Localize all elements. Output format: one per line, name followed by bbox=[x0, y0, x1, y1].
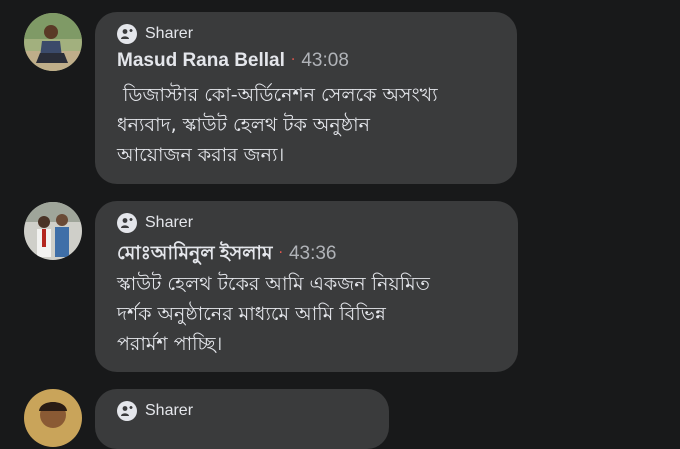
separator-dot: · bbox=[290, 52, 296, 68]
author-name[interactable]: Masud Rana Bellal bbox=[117, 50, 285, 72]
timestamp[interactable]: 43:08 bbox=[301, 50, 349, 72]
comment-text: ডিজাস্টার কো-অর্ডিনেশন সেলকে অসংখ্য ধন্য… bbox=[117, 84, 438, 166]
sharer-label: Sharer bbox=[145, 25, 194, 42]
sharer-badge[interactable]: Sharer bbox=[117, 400, 367, 422]
sharer-badge[interactable]: Sharer bbox=[117, 212, 496, 234]
avatar[interactable] bbox=[24, 389, 82, 447]
avatar[interactable] bbox=[24, 13, 82, 71]
separator-dot: · bbox=[278, 245, 283, 261]
comment-bubble: Sharer bbox=[95, 389, 389, 449]
comment-text: স্কাউট হেলথ টকের আমি একজন নিয়মিত দর্শক … bbox=[117, 273, 430, 355]
comment-bubble: Sharer Masud Rana Bellal · 43:08 ডিজাস্ট… bbox=[95, 12, 517, 184]
avatar[interactable] bbox=[24, 202, 82, 260]
timestamp[interactable]: 43:36 bbox=[289, 243, 337, 265]
sharer-icon bbox=[117, 401, 137, 421]
sharer-label: Sharer bbox=[145, 402, 194, 419]
sharer-badge[interactable]: Sharer bbox=[117, 23, 495, 45]
sharer-icon bbox=[117, 24, 137, 44]
sharer-label: Sharer bbox=[145, 214, 194, 231]
sharer-icon bbox=[117, 213, 137, 233]
comment-bubble: Sharer মোঃআমিনুল ইসলাম · 43:36 স্কাউট হে… bbox=[95, 201, 518, 372]
comment-header: Masud Rana Bellal · 43:08 bbox=[117, 50, 495, 76]
comment-header: মোঃআমিনুল ইসলাম · 43:36 bbox=[117, 239, 496, 265]
author-name[interactable]: মোঃআমিনুল ইসলাম bbox=[117, 239, 272, 271]
